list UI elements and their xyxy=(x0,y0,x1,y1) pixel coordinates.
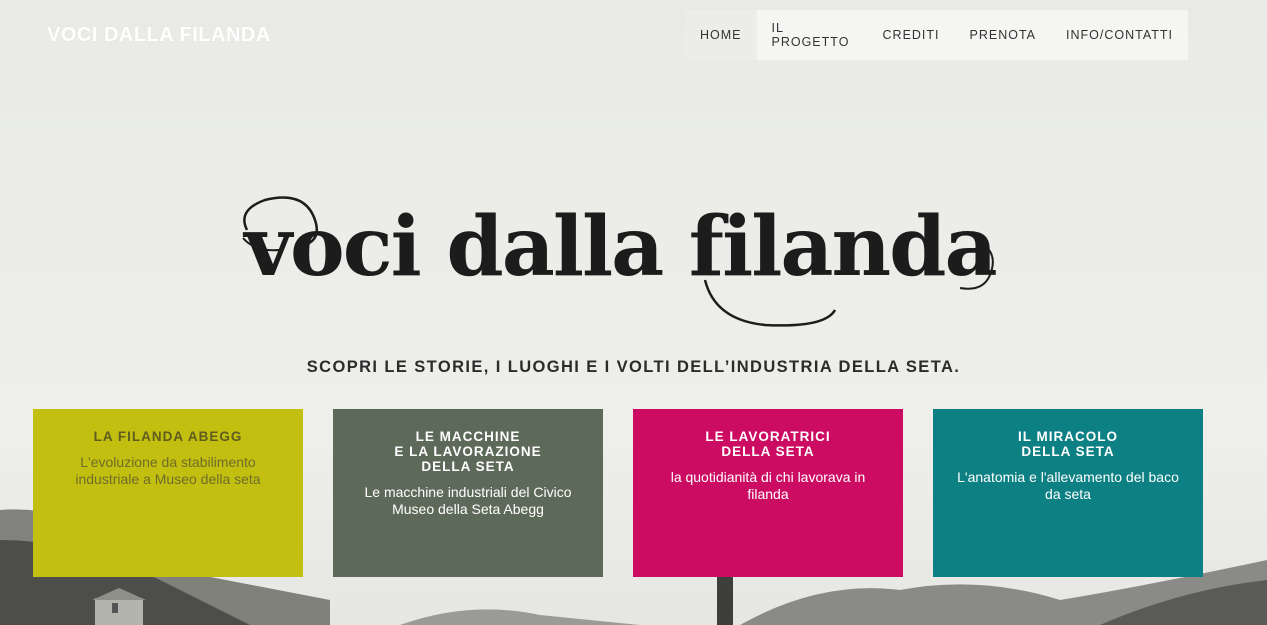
nav-info-contatti[interactable]: INFO/CONTATTI xyxy=(1051,10,1188,60)
card-le-lavoratrici[interactable]: LE LAVORATRICI DELLA SETA la quotidianit… xyxy=(633,409,903,577)
site-title[interactable]: VOCI DALLA FILANDA xyxy=(47,24,271,47)
tagline: SCOPRI LE STORIE, I LUOGHI E I VOLTI DEL… xyxy=(306,358,961,376)
main-nav: HOME IL PROGETTO CREDITI PRENOTA INFO/CO… xyxy=(685,10,1188,60)
card-text: Le macchine industriali del Civico Museo… xyxy=(364,484,572,517)
card-text: L'evoluzione da stabilimento industriale… xyxy=(75,454,261,487)
card-title: IL MIRACOLO DELLA SETA xyxy=(1018,429,1118,459)
hero-logo: voci dalla filanda xyxy=(242,196,998,327)
logo-text: voci dalla filanda xyxy=(242,199,996,295)
nav-crediti[interactable]: CREDITI xyxy=(868,10,955,60)
nav-home[interactable]: HOME xyxy=(685,10,757,60)
card-il-miracolo[interactable]: IL MIRACOLO DELLA SETA L'anatomia e l'al… xyxy=(933,409,1203,577)
card-title: LE MACCHINE E LA LAVORAZIONE DELLA SETA xyxy=(394,429,542,474)
nav-il-progetto[interactable]: IL PROGETTO xyxy=(757,10,868,60)
card-text: la quotidianità di chi lavorava in filan… xyxy=(670,469,866,502)
card-le-macchine[interactable]: LE MACCHINE E LA LAVORAZIONE DELLA SETA … xyxy=(333,409,603,577)
card-text: L'anatomia e l'allevamento del baco da s… xyxy=(957,469,1179,502)
card-title: LE LAVORATRICI DELLA SETA xyxy=(705,429,831,459)
card-la-filanda-abegg[interactable]: LA FILANDA ABEGG L'evoluzione da stabili… xyxy=(33,409,303,577)
card-title: LA FILANDA ABEGG xyxy=(93,429,243,444)
nav-prenota[interactable]: PRENOTA xyxy=(955,10,1052,60)
